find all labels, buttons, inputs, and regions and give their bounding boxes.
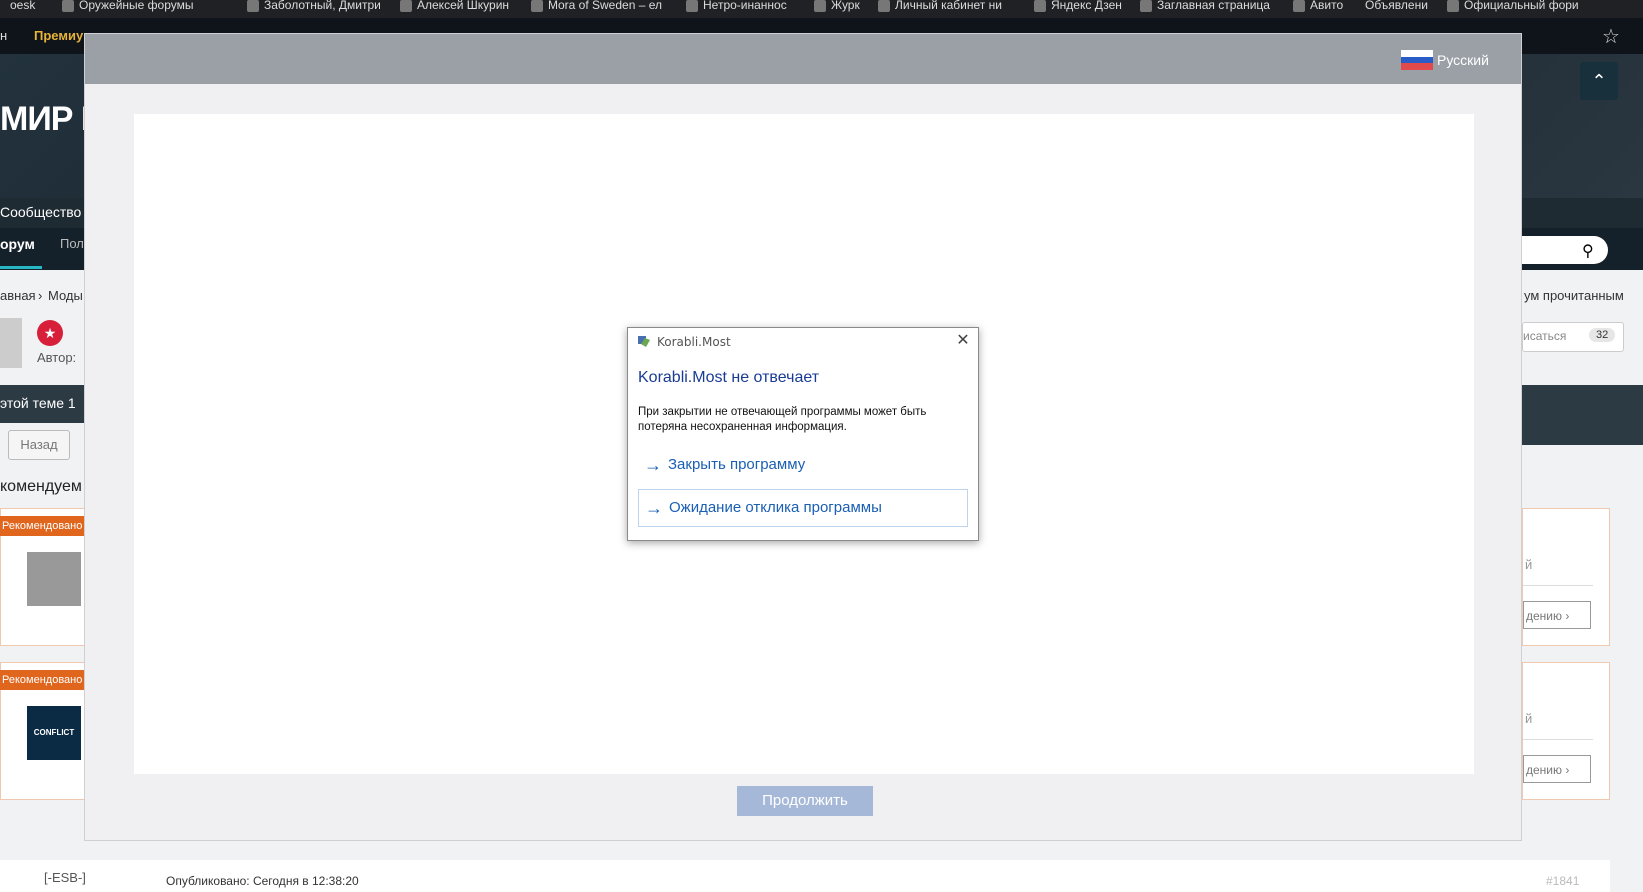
notification-icon[interactable]: ☆ bbox=[1602, 24, 1620, 49]
breadcrumb-home[interactable]: авная bbox=[0, 288, 36, 303]
mark-read-link[interactable]: ум прочитанным bbox=[1524, 288, 1624, 303]
read-more-button[interactable]: дению › bbox=[1523, 755, 1591, 783]
post-number[interactable]: #1841 bbox=[1546, 874, 1579, 888]
topic-author-label: Автор: bbox=[37, 350, 77, 365]
wait-program-button[interactable]: → Ожидание отклика программы bbox=[638, 489, 968, 527]
bookmark-item[interactable]: Оружейные форумы bbox=[62, 0, 194, 18]
app-icon bbox=[638, 336, 650, 347]
recommended-side-text: й bbox=[1525, 711, 1533, 726]
recommended-side-text: й bbox=[1525, 557, 1533, 572]
nav-item[interactable]: н bbox=[0, 28, 7, 43]
community-link[interactable]: Сообщество bbox=[0, 204, 81, 220]
bookmark-item[interactable]: Заглавная страница bbox=[1140, 0, 1270, 18]
follow-button[interactable]: исаться 32 bbox=[1522, 322, 1624, 352]
dialog-message: При закрытии не отвечающей программы мож… bbox=[638, 406, 927, 433]
bookmark-item[interactable]: Алексей Шкурин bbox=[400, 0, 509, 18]
search-icon[interactable]: ⚲ bbox=[1582, 241, 1594, 261]
option-label: Закрыть программу bbox=[668, 456, 806, 473]
bookmark-item[interactable]: Личный кабинет ни bbox=[878, 0, 1002, 18]
game-thumbnail: CONFLICT bbox=[27, 706, 81, 760]
chevron-right-icon: › bbox=[38, 288, 43, 303]
bookmarks-bar: oesk Оружейные форумы Заболотный, Дмитри… bbox=[0, 0, 1643, 18]
bookmark-item[interactable]: Заболотный, Дмитри bbox=[247, 0, 381, 18]
option-label: Ожидание отклика программы bbox=[669, 499, 882, 516]
tab-polls[interactable]: Пол bbox=[60, 236, 84, 251]
bookmark-item[interactable]: Официальный фори bbox=[1447, 0, 1579, 18]
arrow-right-icon: → bbox=[644, 455, 662, 475]
topic-count: этой теме 1 bbox=[0, 395, 76, 411]
bookmark-item[interactable]: Яндекс Дзен bbox=[1034, 0, 1122, 18]
follow-count: 32 bbox=[1589, 328, 1616, 342]
post-header: [-ESB-] Опубликовано: Сегодня в 12:38:20… bbox=[0, 860, 1610, 892]
divider bbox=[1523, 585, 1593, 586]
modal-header: Русский bbox=[85, 34, 1521, 84]
recommended-badge: Рекомендовано bbox=[0, 670, 86, 690]
avatar bbox=[27, 552, 81, 606]
not-responding-dialog: Korabli.Most ✕ Korabli.Most не отвечает … bbox=[627, 327, 979, 541]
bookmark-item[interactable]: oesk bbox=[10, 0, 35, 18]
topic-bar-right bbox=[1522, 385, 1643, 445]
search-input[interactable] bbox=[1520, 236, 1608, 264]
star-icon: ★ bbox=[37, 320, 63, 346]
avatar bbox=[0, 318, 22, 368]
close-icon[interactable]: ✕ bbox=[954, 332, 972, 350]
follow-label: исаться bbox=[1523, 329, 1567, 343]
post-date: Опубликовано: Сегодня в 12:38:20 bbox=[166, 874, 359, 888]
read-more-button[interactable]: дению › bbox=[1523, 601, 1591, 629]
recommended-card[interactable]: й дению › bbox=[1522, 662, 1610, 800]
continue-button[interactable]: Продолжить bbox=[737, 786, 873, 816]
chevron-up-icon[interactable]: ⌃ bbox=[1580, 62, 1618, 100]
topic-bar: этой теме 1 bbox=[0, 385, 84, 423]
dialog-heading: Korabli.Most не отвечает bbox=[638, 369, 820, 386]
post-author[interactable]: [-ESB-] bbox=[44, 870, 86, 885]
dialog-title: Korabli.Most bbox=[657, 335, 731, 349]
back-button[interactable]: Назад bbox=[8, 430, 70, 460]
divider bbox=[1523, 739, 1593, 740]
recommended-heading: комендуем bbox=[0, 478, 82, 495]
close-program-button[interactable]: → Закрыть программу bbox=[638, 447, 968, 485]
russia-flag-icon[interactable] bbox=[1401, 50, 1433, 70]
tab-forum[interactable]: орум bbox=[0, 236, 35, 252]
recommended-badge: Рекомендовано bbox=[0, 516, 86, 536]
premium-link[interactable]: Премиу bbox=[34, 28, 83, 43]
bookmark-item[interactable]: Объявлени bbox=[1365, 0, 1428, 18]
tab-indicator bbox=[0, 266, 42, 269]
recommended-card[interactable]: й дению › bbox=[1522, 508, 1610, 646]
bookmark-item[interactable]: Mora of Sweden – ел bbox=[531, 0, 662, 18]
bookmark-item[interactable]: Журк bbox=[814, 0, 860, 18]
arrow-right-icon: → bbox=[645, 498, 663, 518]
bookmark-item[interactable]: Нетро-инаннос bbox=[686, 0, 787, 18]
bookmark-item[interactable]: Авито bbox=[1293, 0, 1343, 18]
language-selector[interactable]: Русский bbox=[1437, 50, 1489, 70]
breadcrumb-mods[interactable]: Моды bbox=[48, 288, 83, 303]
